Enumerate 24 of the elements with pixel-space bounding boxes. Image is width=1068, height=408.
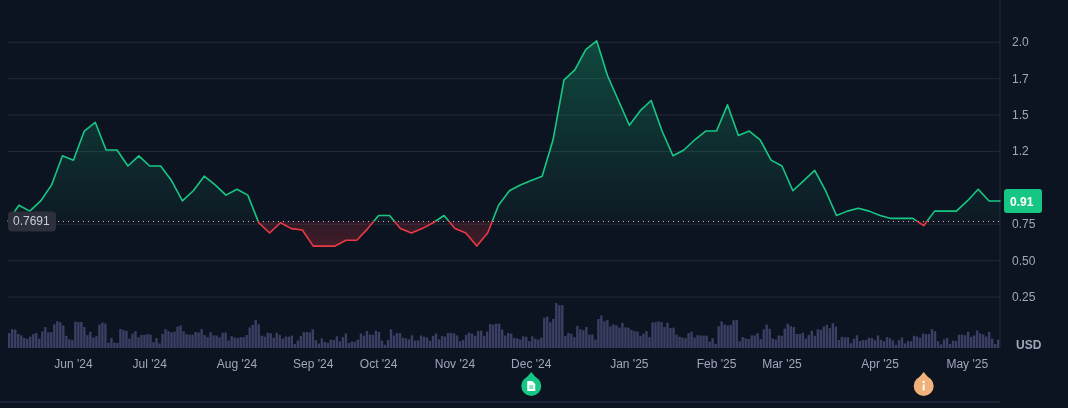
axis-label: 0.25	[1012, 290, 1036, 305]
axis-label: 1.5	[1012, 108, 1029, 123]
axis-label: Oct '24	[359, 357, 398, 371]
axis-label: 2.0	[1012, 35, 1029, 50]
axis-label: Jun '24	[54, 357, 93, 371]
axis-label: Dec '24	[511, 357, 552, 371]
baseline-price-badge: 0.7691	[8, 211, 56, 232]
axis-label: 0.75	[1012, 217, 1036, 232]
axis-label: Sep '24	[293, 357, 334, 371]
currency-label: USD	[1016, 338, 1042, 352]
axis-label: Mar '25	[762, 357, 802, 371]
axis-label: Jul '24	[132, 357, 167, 371]
axis-label: May '25	[946, 357, 989, 371]
info-marker-icon[interactable]	[913, 372, 934, 396]
current-price-badge: 0.91	[1004, 188, 1042, 213]
axis-label: 1.7	[1012, 71, 1029, 86]
document-marker-icon[interactable]	[521, 372, 542, 396]
axis-label: Aug '24	[216, 357, 258, 371]
axis-label: Feb '25	[696, 357, 737, 371]
axis-label: Nov '24	[434, 357, 476, 371]
axis-label: Jan '25	[610, 357, 649, 371]
axis-label: 0.50	[1012, 253, 1036, 268]
axis-label: Apr '25	[861, 357, 899, 371]
axis-label: 1.2	[1012, 144, 1029, 159]
